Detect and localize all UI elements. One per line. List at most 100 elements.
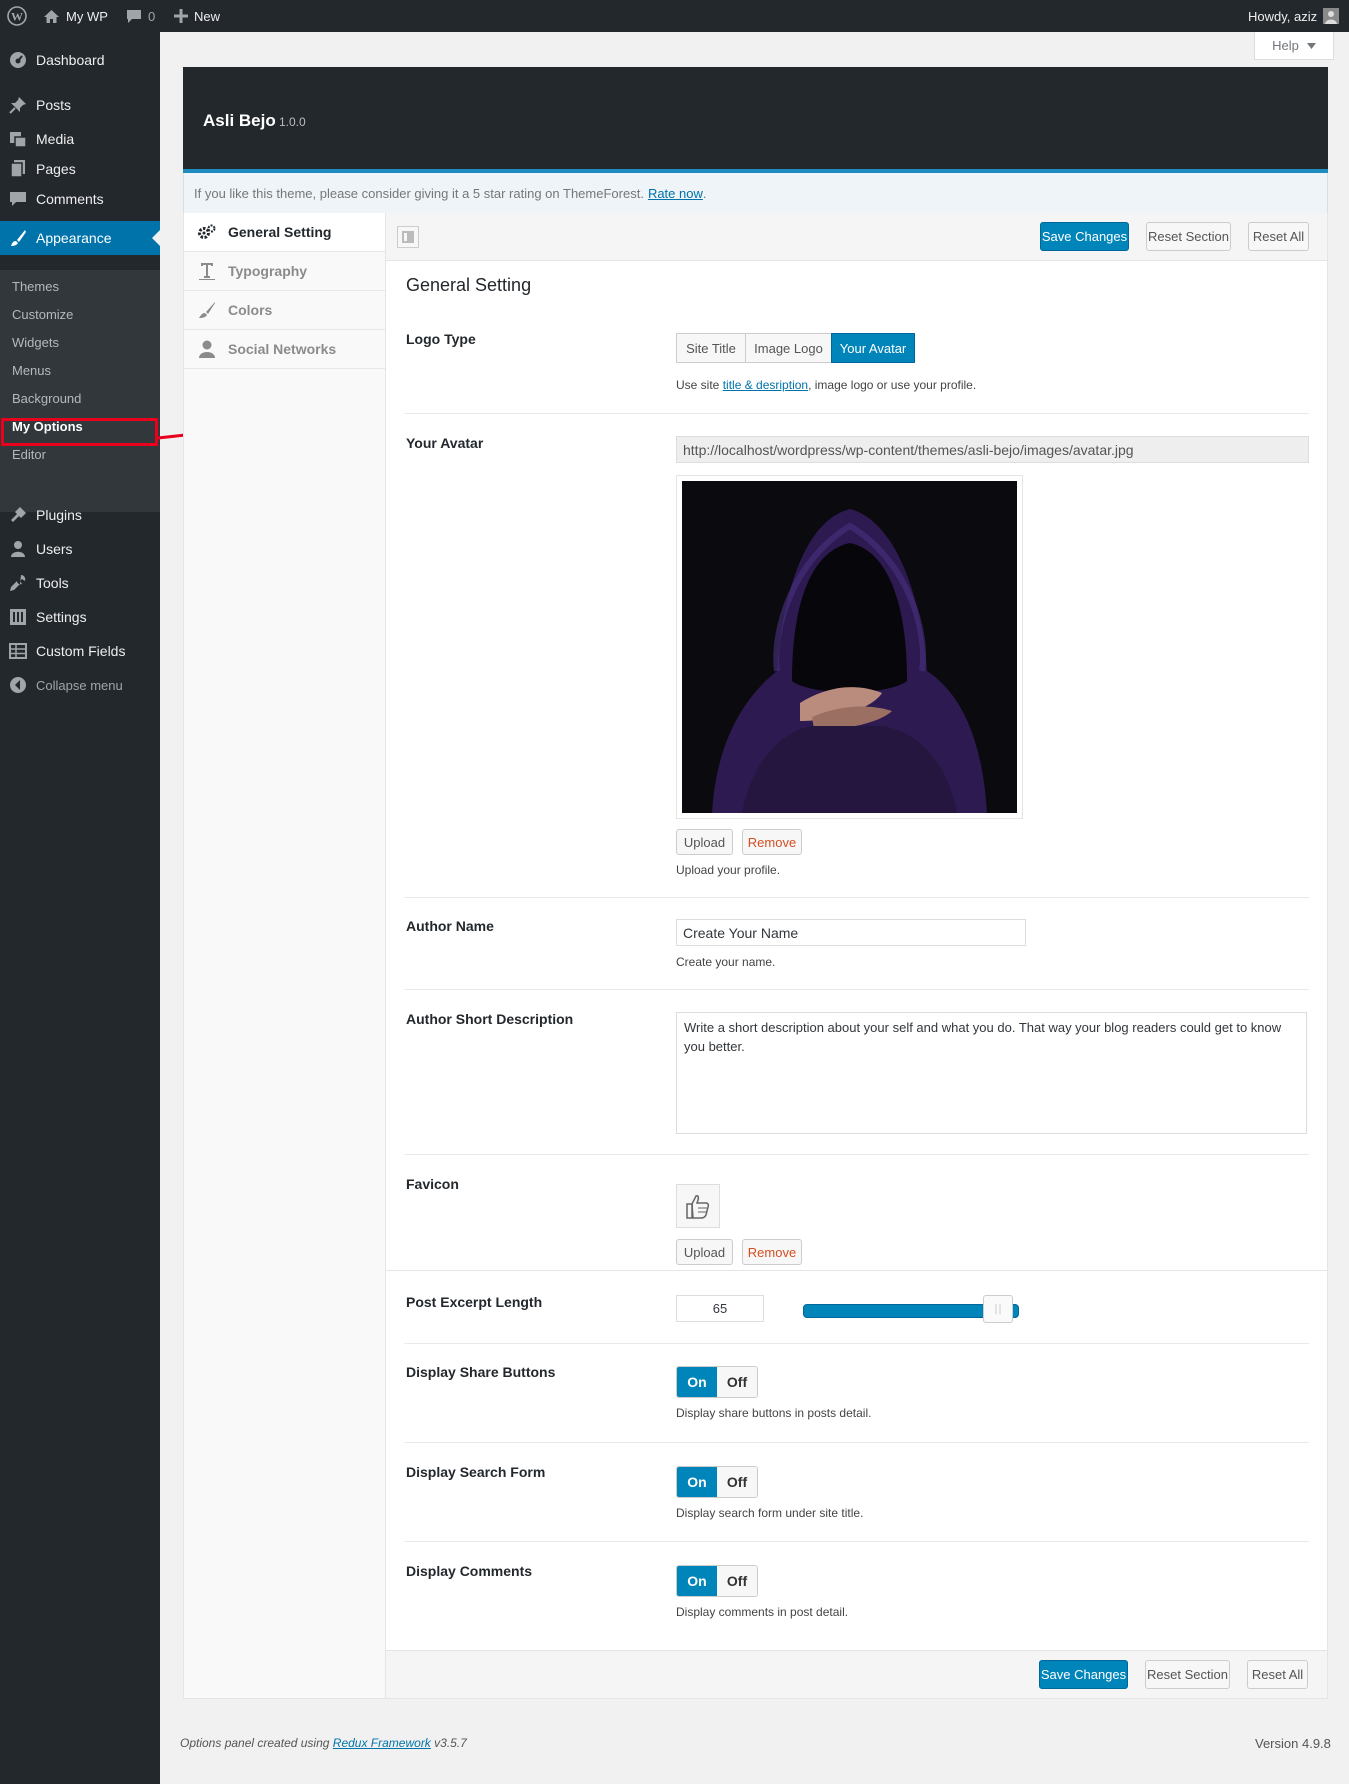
- avatar-upload-button[interactable]: Upload: [676, 829, 733, 855]
- toggle-on[interactable]: On: [677, 1367, 717, 1397]
- comment-icon: [8, 189, 28, 209]
- highlight-box: [1, 418, 158, 446]
- menu-comments[interactable]: Comments: [0, 182, 160, 216]
- toggle-on[interactable]: On: [677, 1566, 717, 1596]
- collapse-icon: [8, 675, 28, 695]
- wordpress-logo-icon[interactable]: W: [7, 0, 27, 32]
- author-description-textarea[interactable]: Write a short description about your sel…: [676, 1012, 1307, 1134]
- favicon-label: Favicon: [406, 1176, 459, 1192]
- title-description-link[interactable]: title & desription: [723, 378, 808, 392]
- tab-social-networks[interactable]: Social Networks: [184, 330, 386, 369]
- reset-section-button[interactable]: Reset Section: [1145, 1660, 1230, 1689]
- menu-label: Dashboard: [36, 52, 105, 68]
- user-icon: [8, 539, 28, 559]
- menu-posts[interactable]: Posts: [0, 88, 160, 122]
- help-label: Help: [1272, 38, 1299, 53]
- submenu-widgets[interactable]: Widgets: [12, 329, 59, 355]
- slider-handle[interactable]: [983, 1295, 1013, 1323]
- field-divider: [404, 1343, 1309, 1344]
- avatar-icon: [1323, 8, 1340, 24]
- favicon-upload-button[interactable]: Upload: [676, 1239, 733, 1265]
- greeting: Howdy, aziz: [1248, 8, 1318, 24]
- comments-link[interactable]: 0: [126, 0, 155, 32]
- brush-icon: [198, 301, 216, 319]
- thumbs-up-icon: [686, 1195, 710, 1219]
- favicon-remove-button[interactable]: Remove: [742, 1239, 802, 1265]
- top-toolbar: Save Changes Reset Section Reset All: [386, 213, 1327, 261]
- tab-label: Typography: [228, 263, 308, 279]
- submenu-themes[interactable]: Themes: [12, 273, 59, 299]
- author-name-input[interactable]: Create Your Name: [676, 919, 1026, 946]
- rate-now-link[interactable]: Rate now: [648, 186, 703, 201]
- menu-settings[interactable]: Settings: [0, 600, 160, 634]
- reset-all-button[interactable]: Reset All: [1247, 1660, 1308, 1689]
- tab-general-setting[interactable]: General Setting: [184, 213, 386, 252]
- menu-custom-fields[interactable]: Custom Fields: [0, 634, 160, 668]
- wrench-icon: [8, 573, 28, 593]
- avatar-url-field[interactable]: http://localhost/wordpress/wp-content/th…: [676, 436, 1309, 463]
- credit-text: Options panel created using: [180, 1736, 330, 1750]
- help-tab[interactable]: Help: [1254, 32, 1334, 60]
- logo-type-site-title[interactable]: Site Title: [676, 333, 746, 363]
- submenu-menus[interactable]: Menus: [12, 357, 51, 383]
- collapse-menu-button[interactable]: Collapse menu: [0, 668, 160, 702]
- cogs-icon: [198, 223, 216, 241]
- display-comments-toggle[interactable]: On Off: [676, 1565, 758, 1597]
- toggle-on[interactable]: On: [677, 1467, 717, 1497]
- brush-icon: [8, 228, 28, 248]
- menu-pages[interactable]: Pages: [0, 152, 160, 186]
- excerpt-length-input[interactable]: 65: [676, 1295, 764, 1322]
- reset-all-button[interactable]: Reset All: [1248, 222, 1309, 251]
- tab-colors[interactable]: Colors: [184, 291, 386, 330]
- notice-end: .: [702, 185, 707, 201]
- bottom-toolbar: Save Changes Reset Section Reset All: [386, 1650, 1327, 1698]
- submenu-customize[interactable]: Customize: [12, 301, 73, 327]
- reset-section-button[interactable]: Reset Section: [1146, 222, 1231, 251]
- desc-text: , image logo or use your profile.: [808, 378, 977, 392]
- menu-label: Pages: [36, 161, 76, 177]
- favicon-preview: [676, 1184, 720, 1228]
- menu-label: Comments: [36, 191, 104, 207]
- menu-plugins[interactable]: Plugins: [0, 498, 160, 532]
- site-name-link[interactable]: My WP: [43, 0, 108, 32]
- notice-text: If you like this theme, please consider …: [194, 185, 644, 201]
- save-changes-button[interactable]: Save Changes: [1039, 1660, 1128, 1689]
- search-form-toggle[interactable]: On Off: [676, 1466, 758, 1498]
- toggle-off[interactable]: Off: [717, 1367, 757, 1397]
- menu-label: Media: [36, 131, 75, 147]
- save-changes-button[interactable]: Save Changes: [1040, 222, 1129, 251]
- toggle-off[interactable]: Off: [717, 1467, 757, 1497]
- tab-label: Social Networks: [228, 341, 337, 357]
- menu-label: Collapse menu: [36, 677, 123, 693]
- field-divider: [404, 989, 1309, 990]
- expand-options-button[interactable]: [397, 226, 419, 248]
- tab-typography[interactable]: Typography: [184, 252, 386, 291]
- toggle-off[interactable]: Off: [717, 1566, 757, 1596]
- menu-tools[interactable]: Tools: [0, 566, 160, 600]
- account-menu[interactable]: Howdy, aziz: [1248, 0, 1340, 32]
- menu-media[interactable]: Media: [0, 122, 160, 156]
- menu-appearance[interactable]: Appearance: [0, 221, 160, 255]
- menu-label: Plugins: [36, 507, 82, 523]
- user-icon: [198, 340, 216, 358]
- field-divider: [404, 1541, 1309, 1542]
- new-content-link[interactable]: New: [174, 0, 220, 32]
- credit-version: v3.5.7: [434, 1736, 467, 1750]
- menu-dashboard[interactable]: Dashboard: [0, 43, 160, 77]
- share-buttons-toggle[interactable]: On Off: [676, 1366, 758, 1398]
- caret-down-icon: [1306, 42, 1316, 49]
- avatar-description: Upload your profile.: [676, 863, 781, 877]
- expand-icon: [402, 231, 414, 243]
- redux-framework-link[interactable]: Redux Framework: [333, 1736, 431, 1750]
- pin-icon: [8, 95, 28, 115]
- logo-type-image-logo[interactable]: Image Logo: [745, 333, 832, 363]
- logo-type-your-avatar[interactable]: Your Avatar: [831, 333, 915, 363]
- submenu-background[interactable]: Background: [12, 385, 81, 411]
- display-comments-label: Display Comments: [406, 1563, 533, 1579]
- svg-text:W: W: [11, 10, 23, 24]
- menu-users[interactable]: Users: [0, 532, 160, 566]
- avatar-remove-button[interactable]: Remove: [742, 829, 802, 855]
- logo-type-description: Use site title & desription, image logo …: [676, 378, 976, 392]
- menu-label: Users: [36, 541, 73, 557]
- field-divider: [404, 1442, 1309, 1443]
